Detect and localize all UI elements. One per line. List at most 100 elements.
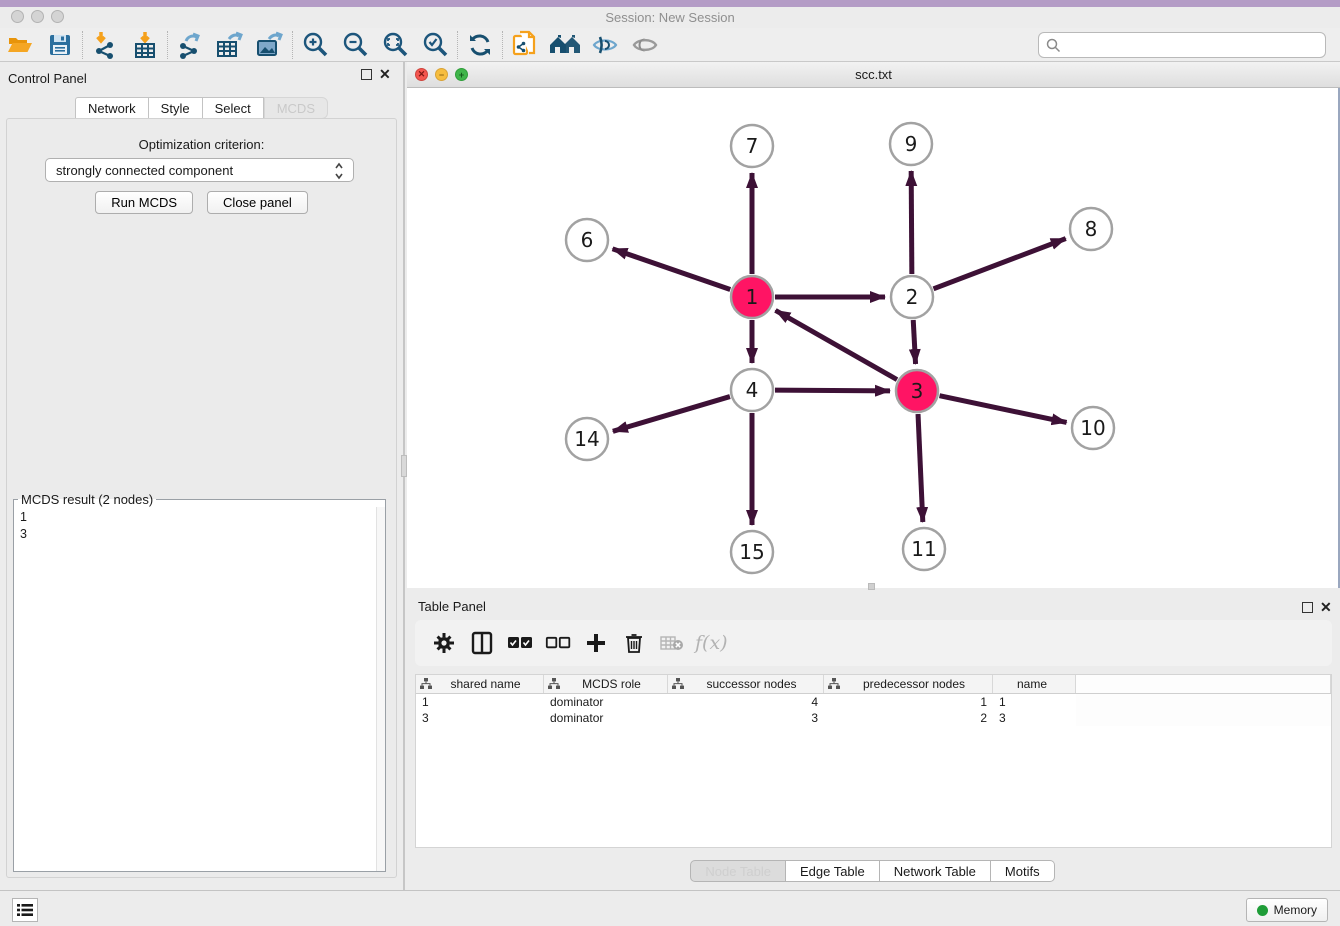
shared-column-icon [548, 678, 560, 690]
export-image-icon[interactable] [250, 30, 290, 60]
table-cell[interactable]: 4 [668, 694, 824, 710]
home-layout-icon[interactable] [545, 30, 585, 60]
table-row[interactable]: 1dominator411 [416, 694, 1331, 710]
edge-2-9[interactable] [911, 171, 912, 274]
edge-3-10[interactable] [940, 396, 1067, 423]
graph-node-10[interactable]: 10 [1072, 407, 1114, 449]
edge-2-3[interactable] [913, 320, 915, 364]
graph-node-2[interactable]: 2 [891, 276, 933, 318]
table-cell[interactable]: 1 [824, 694, 993, 710]
tab-edge-table[interactable]: Edge Table [786, 860, 880, 882]
close-table-panel-icon[interactable]: ✕ [1320, 599, 1332, 616]
export-table-icon[interactable] [210, 30, 250, 60]
tab-select[interactable]: Select [203, 97, 264, 119]
column-header-predecessor-nodes[interactable]: predecessor nodes [824, 675, 993, 693]
svg-text:7: 7 [746, 134, 759, 158]
zoom-selected-icon[interactable] [415, 30, 455, 60]
svg-text:1: 1 [746, 285, 759, 309]
table-cell[interactable]: 1 [993, 694, 1076, 710]
table-cell[interactable]: 3 [416, 710, 544, 726]
refresh-network-icon[interactable] [460, 30, 500, 60]
graph-node-1[interactable]: 1 [731, 276, 773, 318]
table-row[interactable]: 3dominator323 [416, 710, 1331, 726]
column-header-name[interactable]: name [993, 675, 1076, 693]
column-header-label: shared name [432, 677, 543, 691]
table-cell[interactable]: dominator [544, 694, 668, 710]
save-session-icon[interactable] [40, 30, 80, 60]
tab-motifs[interactable]: Motifs [991, 860, 1055, 882]
graph-node-3[interactable]: 3 [896, 370, 938, 412]
add-column-icon[interactable] [579, 627, 613, 659]
delete-column-icon[interactable] [617, 627, 651, 659]
float-panel-icon[interactable] [361, 69, 372, 80]
tab-node-table[interactable]: Node Table [690, 860, 786, 882]
tab-mcds[interactable]: MCDS [264, 97, 328, 119]
toolbar-separator [292, 31, 293, 59]
split-columns-icon[interactable] [465, 627, 499, 659]
node-table[interactable]: shared nameMCDS rolesuccessor nodesprede… [415, 674, 1332, 848]
column-header-shared-name[interactable]: shared name [416, 675, 544, 693]
criterion-dropdown[interactable]: strongly connected component [45, 158, 354, 182]
open-session-icon[interactable] [0, 30, 40, 60]
edge-3-11[interactable] [918, 414, 923, 522]
shared-column-icon [672, 678, 684, 690]
svg-text:15: 15 [739, 540, 764, 564]
column-header-MCDS-role[interactable]: MCDS role [544, 675, 668, 693]
run-mcds-button[interactable]: Run MCDS [95, 191, 193, 214]
table-cell[interactable]: 3 [668, 710, 824, 726]
network-window-titlebar[interactable]: ✕ − + scc.txt [407, 62, 1340, 88]
graph-node-8[interactable]: 8 [1070, 208, 1112, 250]
edge-4-3[interactable] [775, 390, 890, 391]
node-table-body: 1dominator4113dominator323 [416, 694, 1331, 726]
tab-network[interactable]: Network [75, 97, 149, 119]
delete-table-icon[interactable] [655, 627, 689, 659]
toolbar-separator [502, 31, 503, 59]
import-network-icon[interactable] [85, 30, 125, 60]
table-settings-gear-icon[interactable] [427, 627, 461, 659]
node-table-header[interactable]: shared nameMCDS rolesuccessor nodesprede… [416, 675, 1331, 694]
search-input[interactable] [1038, 32, 1326, 58]
graph-node-7[interactable]: 7 [731, 125, 773, 167]
clone-network-icon[interactable] [505, 30, 545, 60]
tab-style[interactable]: Style [149, 97, 203, 119]
network-window-title: scc.txt [407, 67, 1340, 82]
graph-node-14[interactable]: 14 [566, 418, 608, 460]
graph-node-11[interactable]: 11 [903, 528, 945, 570]
export-network-icon[interactable] [170, 30, 210, 60]
table-cell[interactable]: dominator [544, 710, 668, 726]
optimization-criterion-label: Optimization criterion: [7, 137, 396, 152]
float-table-panel-icon[interactable] [1302, 602, 1313, 613]
network-table-splitter-grip[interactable] [868, 583, 875, 590]
table-cell[interactable]: 3 [993, 710, 1076, 726]
show-graphics-details-icon[interactable] [625, 30, 665, 60]
network-canvas[interactable]: 1 2 3 4 6 7 8 9 10 11 14 15 [407, 88, 1340, 588]
task-history-button[interactable] [12, 898, 38, 922]
function-builder-icon[interactable]: f(x) [695, 632, 728, 654]
toolbar-separator [457, 31, 458, 59]
result-scrollbar[interactable] [376, 507, 385, 871]
memory-status-icon [1257, 905, 1268, 916]
graph-node-15[interactable]: 15 [731, 531, 773, 573]
edge-3-1[interactable] [775, 310, 897, 379]
import-table-icon[interactable] [125, 30, 165, 60]
mcds-result-lines: 1 3 [14, 507, 33, 545]
select-all-checkboxes-icon[interactable] [503, 627, 537, 659]
edge-2-8[interactable] [934, 239, 1066, 289]
zoom-in-icon[interactable] [295, 30, 335, 60]
hide-graphics-details-icon[interactable] [585, 30, 625, 60]
table-cell[interactable]: 2 [824, 710, 993, 726]
column-header-successor-nodes[interactable]: successor nodes [668, 675, 824, 693]
graph-node-4[interactable]: 4 [731, 369, 773, 411]
tab-network-table[interactable]: Network Table [880, 860, 991, 882]
edge-4-14[interactable] [613, 397, 730, 432]
table-cell[interactable]: 1 [416, 694, 544, 710]
graph-node-9[interactable]: 9 [890, 123, 932, 165]
zoom-out-icon[interactable] [335, 30, 375, 60]
zoom-fit-icon[interactable] [375, 30, 415, 60]
close-panel-button[interactable]: Close panel [207, 191, 308, 214]
deselect-all-checkboxes-icon[interactable] [541, 627, 575, 659]
close-panel-icon[interactable]: ✕ [379, 66, 391, 83]
memory-button[interactable]: Memory [1246, 898, 1328, 922]
graph-node-6[interactable]: 6 [566, 219, 608, 261]
edge-1-6[interactable] [613, 249, 731, 290]
